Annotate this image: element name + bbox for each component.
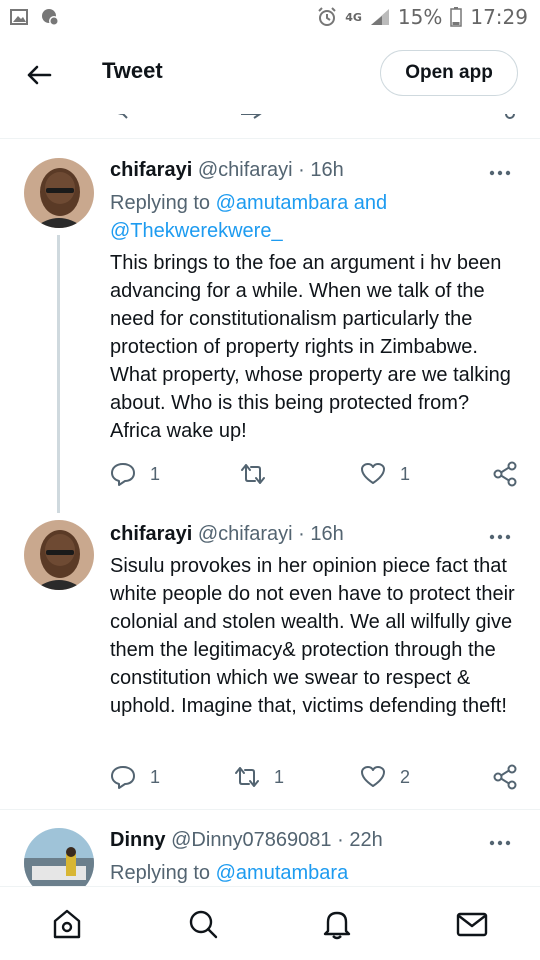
thread-line <box>57 235 60 513</box>
retweet-icon <box>241 464 265 484</box>
tweet-actions: 1 1 <box>110 461 520 491</box>
avatar[interactable] <box>24 520 94 590</box>
like-button[interactable]: 1 <box>360 461 410 487</box>
gallery-icon <box>10 9 28 25</box>
network-type: 4G <box>345 10 362 24</box>
reply-button[interactable]: 1 <box>110 461 160 487</box>
reply-icon <box>111 463 135 486</box>
display-name[interactable]: chifarayi <box>110 523 192 545</box>
separator: · <box>298 159 305 181</box>
like-count: 2 <box>400 766 411 787</box>
replying-prefix: Replying to <box>110 862 211 884</box>
reply-button[interactable]: 1 <box>110 764 160 790</box>
reply-count: 1 <box>150 766 161 787</box>
tweet[interactable]: chifarayi @chifarayi · 16h Sisulu provok… <box>0 511 540 809</box>
retweet-button[interactable]: 1 <box>234 764 284 790</box>
timestamp[interactable]: 22h <box>349 829 382 851</box>
replying-and: and <box>353 192 388 214</box>
tweet[interactable]: Dinny @Dinny07869081 · 22h Replying to @… <box>0 810 540 886</box>
like-count: 1 <box>400 463 411 484</box>
heart-icon <box>361 463 385 484</box>
signal-icon <box>370 9 389 25</box>
tweet-header: chifarayi @chifarayi · 16h <box>110 159 344 182</box>
alarm-icon <box>318 7 336 26</box>
like-button[interactable]: 2 <box>360 764 410 790</box>
arrow-left-icon[interactable] <box>22 58 56 92</box>
tweet-header: chifarayi @chifarayi · 16h <box>110 523 344 546</box>
tweet-text: This brings to the foe an argument i hv … <box>110 252 511 442</box>
user-handle[interactable]: @chifarayi <box>198 159 293 181</box>
tweet-text: Sisulu provokes in her opinion piece fac… <box>110 555 515 717</box>
bottom-navigation <box>0 886 540 960</box>
separator: · <box>298 523 305 545</box>
avatar[interactable] <box>24 158 94 228</box>
avatar[interactable] <box>24 828 94 886</box>
replying-to: Replying to @amutambara <box>110 859 520 886</box>
tweet[interactable]: chifarayi @chifarayi · 16h Replying to @… <box>0 139 540 513</box>
more-horizontal-icon[interactable] <box>488 831 512 855</box>
retweet-button[interactable] <box>240 461 280 487</box>
user-handle[interactable]: @chifarayi <box>198 523 293 545</box>
reply-count: 1 <box>150 463 161 484</box>
tweet-header: Dinny @Dinny07869081 · 22h <box>110 829 383 852</box>
search-icon[interactable] <box>186 907 220 941</box>
display-name[interactable]: chifarayi <box>110 159 192 181</box>
share-icon <box>493 461 517 487</box>
notifications-icon[interactable] <box>320 907 354 941</box>
tweet-actions: 1 1 2 <box>110 764 520 794</box>
retweet-count: 1 <box>274 766 285 787</box>
replying-to: Replying to @amutambara and @Thekwerekwe… <box>110 189 520 245</box>
status-bar: 4G 15% 17:29 <box>0 0 540 36</box>
separator: · <box>337 829 344 851</box>
mention-link[interactable]: @amutambara <box>216 862 349 884</box>
clock: 17:29 <box>470 5 528 29</box>
open-app-button[interactable]: Open app <box>380 50 518 96</box>
settings-notification-icon <box>42 9 59 26</box>
user-handle[interactable]: @Dinny07869081 <box>171 829 331 851</box>
more-horizontal-icon[interactable] <box>488 525 512 549</box>
share-icon <box>493 764 517 790</box>
messages-icon[interactable] <box>455 907 489 941</box>
replying-prefix: Replying to <box>110 192 211 214</box>
timestamp[interactable]: 16h <box>310 523 343 545</box>
page-title: Tweet <box>102 58 163 83</box>
mention-link[interactable]: @Thekwerekwere_ <box>110 220 283 242</box>
heart-icon <box>361 766 385 787</box>
display-name[interactable]: Dinny <box>110 829 166 851</box>
share-button[interactable] <box>492 461 518 487</box>
reply-icon <box>111 766 135 789</box>
top-bar: Tweet Open app <box>0 36 540 114</box>
timestamp[interactable]: 16h <box>310 159 343 181</box>
battery-icon <box>450 7 463 27</box>
battery-percent: 15% <box>397 5 443 29</box>
share-button[interactable] <box>492 764 518 790</box>
mention-link[interactable]: @amutambara <box>216 192 349 214</box>
home-icon[interactable] <box>50 907 84 941</box>
more-horizontal-icon[interactable] <box>488 161 512 185</box>
retweet-icon <box>235 767 259 787</box>
